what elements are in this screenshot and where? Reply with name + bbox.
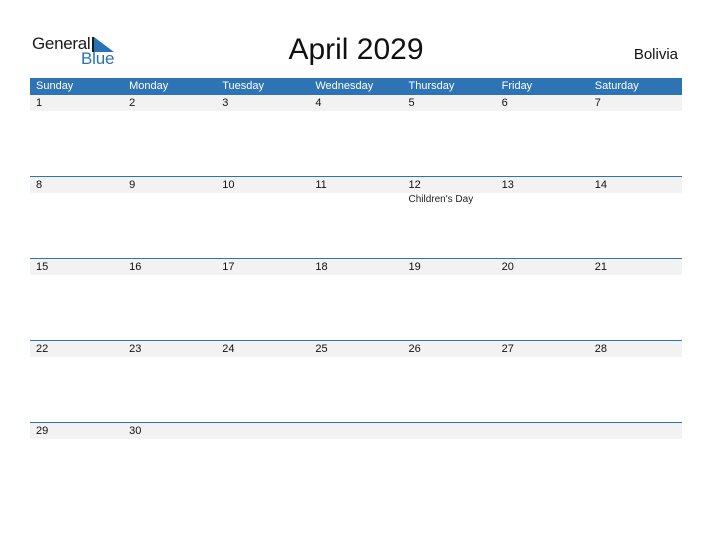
day-number [496, 423, 589, 439]
day-number: 9 [129, 179, 136, 191]
events-row: Children's Day [30, 193, 682, 207]
day-number: 14 [594, 179, 607, 191]
day-number: 2 [129, 97, 136, 109]
day-number [216, 423, 309, 439]
calendar-title: April 2029 [288, 33, 424, 66]
day-number-band: 15 16 17 18 19 20 21 [30, 259, 682, 275]
day-number: 15 [36, 261, 49, 273]
day-number: 3 [222, 97, 229, 109]
day-number: 19 [408, 261, 421, 273]
day-number: 8 [36, 179, 43, 191]
day-number: 18 [315, 261, 328, 273]
day-number: 27 [501, 343, 514, 355]
day-number: 28 [594, 343, 607, 355]
holiday-label [309, 193, 402, 207]
day-number: 5 [408, 97, 415, 109]
day-number: 17 [222, 261, 235, 273]
day-number: 4 [315, 97, 322, 109]
day-number [589, 423, 682, 439]
holiday-label: Children's Day [408, 194, 474, 205]
weekday-header: Tuesday [222, 80, 265, 92]
week-row: 29 30 [30, 422, 682, 504]
holiday-label [496, 193, 589, 207]
week-row: 1 2 3 4 5 6 7 [30, 95, 682, 176]
weekday-header: Wednesday [315, 80, 374, 92]
day-number: 11 [315, 179, 327, 191]
day-number: 20 [501, 261, 514, 273]
day-number [309, 423, 402, 439]
day-number: 22 [36, 343, 49, 355]
day-number: 1 [36, 97, 43, 109]
weekday-header: Saturday [594, 80, 639, 92]
weekday-header-row: Sunday Monday Tuesday Wednesday Thursday… [30, 78, 682, 95]
day-number: 24 [222, 343, 235, 355]
day-number: 23 [129, 343, 142, 355]
day-number: 12 [408, 179, 421, 191]
day-number [403, 423, 496, 439]
day-number: 16 [129, 261, 142, 273]
week-row: 8 9 10 11 12 13 14 Children's Day [30, 176, 682, 258]
calendar-grid: Sunday Monday Tuesday Wednesday Thursday… [30, 78, 682, 504]
weekday-header: Thursday [408, 80, 455, 92]
day-number: 10 [222, 179, 235, 191]
day-number: 29 [36, 425, 49, 437]
weekday-header: Monday [129, 80, 169, 92]
day-number: 6 [501, 97, 508, 109]
day-number-band: 22 23 24 25 26 27 28 [30, 341, 682, 357]
day-number-band: 29 30 [30, 423, 682, 439]
country-label: Bolivia [633, 46, 678, 63]
holiday-label [123, 193, 216, 207]
day-number: 21 [594, 261, 607, 273]
week-row: 15 16 17 18 19 20 21 [30, 258, 682, 340]
holiday-label [30, 193, 123, 207]
day-number: 13 [501, 179, 514, 191]
day-number-band: 1 2 3 4 5 6 7 [30, 95, 682, 111]
holiday-label [589, 193, 682, 207]
day-number-band: 8 9 10 11 12 13 14 [30, 177, 682, 193]
day-number: 26 [408, 343, 421, 355]
day-number: 30 [129, 425, 142, 437]
weekday-header: Sunday [36, 80, 74, 92]
day-number: 7 [594, 97, 601, 109]
holiday-label [216, 193, 309, 207]
day-number: 25 [315, 343, 328, 355]
weekday-header: Friday [501, 80, 533, 92]
week-row: 22 23 24 25 26 27 28 [30, 340, 682, 422]
